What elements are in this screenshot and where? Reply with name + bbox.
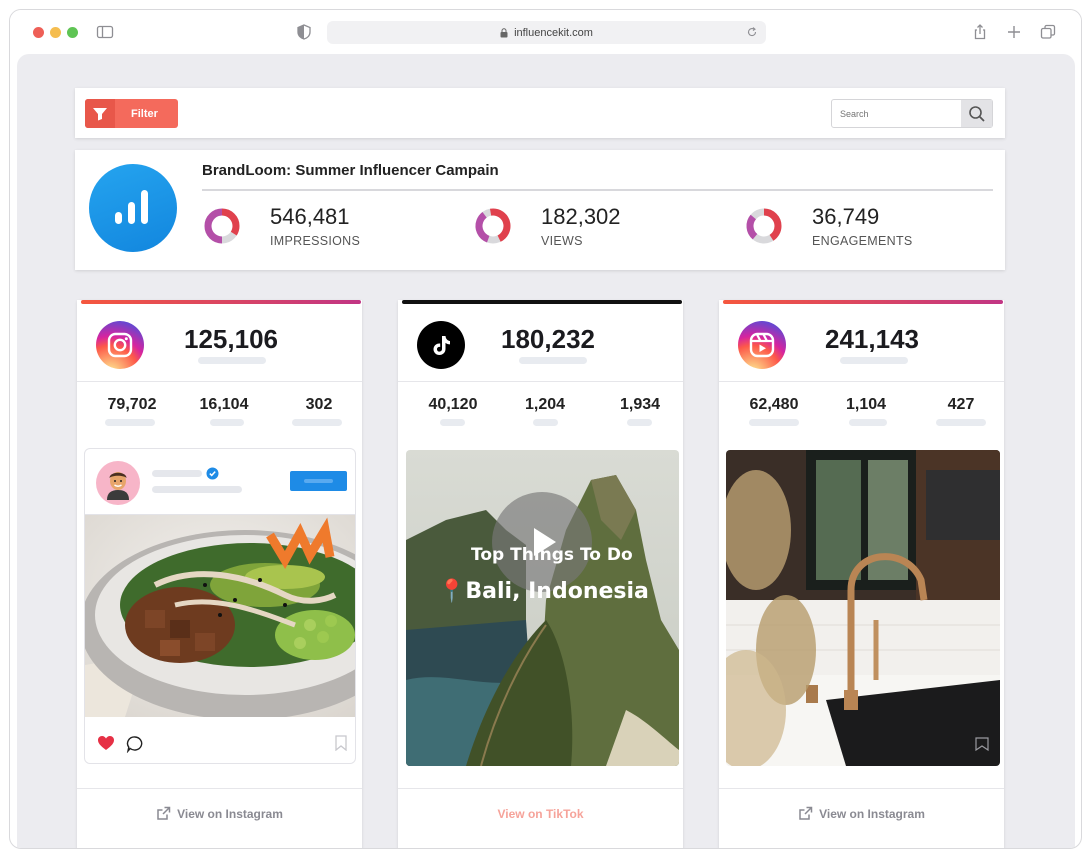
impressions-label: IMPRESSIONS: [270, 234, 361, 248]
engagements-label: ENGAGEMENTS: [812, 234, 913, 248]
new-tab-icon[interactable]: [1005, 23, 1023, 41]
metric-value: 62,480: [749, 396, 799, 413]
funnel-icon: [85, 99, 115, 128]
view-on-tiktok-link[interactable]: View on TikTok: [398, 788, 683, 838]
text-placeholder: [440, 419, 465, 426]
page-content: Filter BrandLoom:: [17, 54, 1075, 848]
text-placeholder: [749, 419, 799, 426]
text-placeholder: [936, 419, 986, 426]
metric-value: 1,104: [845, 396, 887, 413]
instagram-reels-icon: [738, 321, 786, 369]
text-placeholder: [210, 419, 244, 426]
metric-value: 40,120: [428, 396, 478, 413]
comment-icon[interactable]: [126, 735, 144, 753]
footer-link-label: View on Instagram: [819, 806, 925, 821]
tiktok-icon: [417, 321, 465, 369]
text-placeholder: [849, 419, 887, 426]
instagram-post-preview[interactable]: [84, 448, 356, 764]
card-header: 241,143: [719, 304, 1004, 382]
divider: [202, 189, 993, 191]
search-input[interactable]: [840, 106, 950, 122]
total-reach-value: 241,143: [825, 324, 919, 354]
caption-placeholder: [152, 486, 242, 493]
donut-chart-icon: [204, 208, 240, 244]
food-bowl-image: [85, 515, 355, 717]
metric-value: 1,204: [524, 396, 566, 413]
search-icon: [968, 105, 985, 122]
instagram-post-card: 125,106 79,702 16,104 302 View on Instag…: [77, 300, 362, 848]
tab-overview-icon[interactable]: [1039, 23, 1057, 41]
sidebar-toggle-icon[interactable]: [96, 23, 114, 41]
username-placeholder: [152, 470, 202, 477]
text-placeholder: [627, 419, 652, 426]
card-header: 180,232: [398, 304, 683, 382]
tiktok-video-preview[interactable]: Top Things To Do 📍Bali, Indonesia: [406, 450, 679, 766]
metric-value: 302: [305, 396, 333, 413]
text-placeholder: [840, 357, 908, 364]
campaign-summary: BrandLoom: Summer Influencer Campain 546…: [75, 150, 1005, 270]
post-actions: [85, 717, 355, 763]
bar-chart-logo-icon: [89, 164, 177, 252]
views-value: 182,302: [541, 204, 621, 229]
footer-link-label: View on Instagram: [177, 806, 283, 821]
external-link-icon: [799, 806, 813, 820]
metric-value: 427: [947, 396, 975, 413]
text-placeholder: [533, 419, 558, 426]
video-overlay-location: 📍Bali, Indonesia: [438, 578, 649, 604]
metric-value: 79,702: [107, 396, 157, 413]
follow-button[interactable]: [290, 471, 347, 491]
privacy-shield-icon[interactable]: [295, 23, 313, 41]
filter-toolbar: Filter: [75, 88, 1005, 138]
share-icon[interactable]: [971, 23, 989, 41]
metric-value: 16,104: [199, 396, 249, 413]
filter-button-label: Filter: [131, 107, 158, 120]
instagram-reels-card: 241,143 62,480 1,104 427 View on Instagr…: [719, 300, 1004, 848]
impressions-value: 546,481: [270, 204, 350, 229]
search-box: [831, 99, 993, 128]
minimize-window-button[interactable]: [50, 27, 61, 38]
search-button[interactable]: [961, 100, 992, 127]
heart-icon[interactable]: [97, 735, 115, 751]
post-header: [85, 449, 355, 515]
views-label: VIEWS: [541, 234, 583, 248]
close-window-button[interactable]: [33, 27, 44, 38]
maximize-window-button[interactable]: [67, 27, 78, 38]
lock-icon: [500, 27, 508, 37]
address-bar[interactable]: influencekit.com: [327, 21, 766, 44]
avatar: [96, 461, 140, 505]
footer-link-label: View on TikTok: [497, 806, 584, 821]
bookmark-icon[interactable]: [334, 735, 348, 751]
text-placeholder: [105, 419, 155, 426]
filter-button[interactable]: Filter: [85, 99, 178, 128]
text-placeholder: [198, 357, 266, 364]
reload-icon[interactable]: [746, 26, 758, 38]
engagements-value: 36,749: [812, 204, 880, 229]
tiktok-post-card: 180,232 40,120 1,204 1,934 Top Things To…: [398, 300, 683, 848]
browser-titlebar: influencekit.com: [10, 10, 1081, 54]
donut-chart-icon: [475, 208, 511, 244]
metric-value: 1,934: [619, 396, 661, 413]
verified-badge-icon: [206, 467, 219, 480]
browser-window: influencekit.com Filter Search BrandLoom…: [9, 9, 1082, 849]
total-reach-value: 125,106: [184, 324, 278, 354]
campaign-title: BrandLoom: Summer Influencer Campain: [202, 162, 499, 179]
video-overlay-title: Top Things To Do: [471, 545, 633, 565]
view-on-instagram-link[interactable]: View on Instagram: [719, 788, 1004, 838]
text-placeholder: [519, 357, 587, 364]
url-text: influencekit.com: [514, 26, 593, 39]
total-reach-value: 180,232: [501, 324, 595, 354]
text-placeholder: [292, 419, 342, 426]
kitchen-sink-video-preview[interactable]: [726, 450, 1000, 766]
card-header: 125,106: [77, 304, 362, 382]
instagram-icon: [96, 321, 144, 369]
view-on-instagram-link[interactable]: View on Instagram: [77, 788, 362, 838]
donut-chart-icon: [746, 208, 782, 244]
external-link-icon: [157, 806, 171, 820]
